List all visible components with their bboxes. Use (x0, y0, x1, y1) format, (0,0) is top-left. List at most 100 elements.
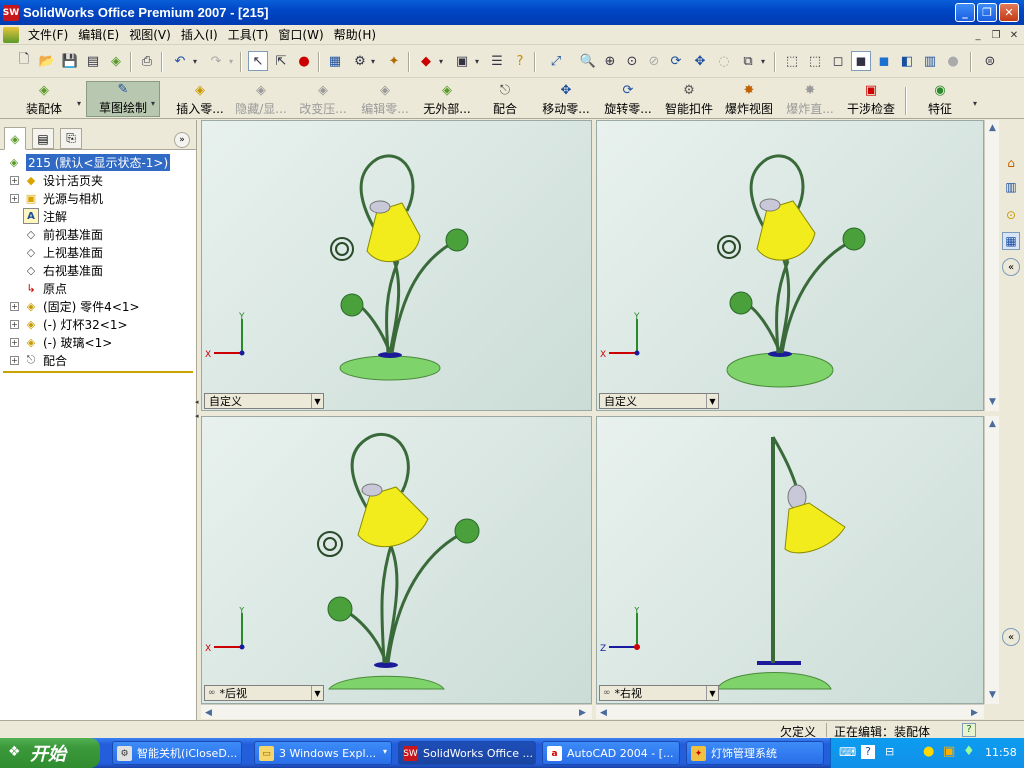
tree-item-lamp-cup[interactable]: + ◈ (-) 灯杯32<1> (0, 315, 196, 333)
rebuild-icon[interactable]: ● (294, 51, 314, 71)
undo-dropdown-icon[interactable]: ▾ (190, 51, 200, 71)
interference-detection-button[interactable]: ▣ 干涉检查 (844, 81, 898, 117)
options-icon[interactable]: ☰ (487, 51, 507, 71)
grid-options-icon[interactable]: ▦ (325, 51, 345, 71)
expand-icon[interactable]: + (10, 175, 19, 185)
features-tab[interactable]: ◉ 特征 (924, 81, 956, 117)
solidworks-app-icon[interactable]: SW (3, 4, 19, 21)
edit-component-button[interactable]: ◈ 编辑零... (356, 81, 414, 117)
explode-line-sketch-button[interactable]: ✸ 爆炸直... (782, 81, 838, 117)
vertical-scrollbar-top[interactable]: ▲ ▼ (984, 120, 999, 411)
appearance-icon[interactable]: ◆ (416, 51, 436, 71)
tree-item-part4[interactable]: + ◈ (固定) 零件4<1> (0, 297, 196, 315)
menu-edit[interactable]: 编辑(E) (73, 26, 124, 43)
scroll-left-icon[interactable]: ◀ (201, 705, 216, 720)
open-icon[interactable]: 📂 (37, 51, 57, 71)
start-button[interactable]: ❖ 开始 (0, 738, 100, 768)
realview-icon[interactable]: ● (943, 51, 963, 71)
horizontal-scrollbar-left[interactable]: ◀ ▶ (201, 704, 592, 719)
connection-icon[interactable]: ♦ (963, 744, 975, 759)
exploded-view-button[interactable]: ✸ 爆炸视图 (722, 81, 776, 117)
scroll-left-icon[interactable]: ◀ (596, 705, 611, 720)
design-library-icon[interactable]: ▦ (1002, 232, 1020, 250)
hide-show-button[interactable]: ◈ 隐藏/显... (232, 81, 290, 117)
qq-icon[interactable]: ● (923, 744, 934, 759)
tree-item-glass[interactable]: + ◈ (-) 玻璃<1> (0, 333, 196, 351)
redo-dropdown-icon[interactable]: ▾ (226, 51, 236, 71)
menu-help[interactable]: 帮助(H) (329, 26, 381, 43)
view-selector[interactable]: 自定义 ▼ (599, 393, 719, 409)
select-icon[interactable]: ↖ (248, 51, 268, 71)
expand-icon[interactable]: + (10, 193, 19, 203)
print-icon[interactable]: ⎙ (137, 51, 157, 71)
section-view-icon[interactable]: ▥ (920, 51, 940, 71)
menu-window[interactable]: 窗口(W) (273, 26, 328, 43)
undo-icon[interactable]: ↶ (170, 51, 190, 71)
doc-close-button[interactable]: ✕ (1006, 28, 1022, 42)
task-lamp-system[interactable]: ✦ 灯饰管理系统 (686, 741, 824, 765)
assembly-tab-dropdown-icon[interactable]: ▾ (74, 93, 84, 113)
scroll-right-icon[interactable]: ▶ (967, 705, 982, 720)
scroll-up-icon[interactable]: ▲ (985, 120, 1000, 135)
view-selector[interactable]: 自定义 ▼ (204, 393, 324, 409)
link-views-icon[interactable]: ∞ (600, 688, 611, 698)
expand-icon[interactable]: + (10, 337, 19, 347)
task-iclosed[interactable]: ⚙ 智能关机(iCloseD... (112, 741, 242, 765)
smart-fasteners-button[interactable]: ⚙ 智能扣件 (662, 81, 716, 117)
mate-button[interactable]: ⎋ 配合 (488, 81, 522, 117)
standard-views-dropdown-icon[interactable]: ▾ (758, 51, 768, 71)
help-icon[interactable]: ? (510, 51, 530, 71)
display-icon[interactable]: ⊟ (885, 745, 894, 758)
title-bar[interactable]: SW SolidWorks Office Premium 2007 - [215… (0, 0, 1024, 25)
task-autocad[interactable]: a AutoCAD 2004 - [... (542, 741, 680, 765)
tree-item-annotations[interactable]: A 注解 (0, 207, 196, 225)
shaded-with-edges-icon[interactable]: ◼ (851, 51, 871, 71)
viewport-bottom-right[interactable]: Y Z ∞ *右视 ▼ (596, 416, 984, 704)
zoom-in-out-icon[interactable]: ⊙ (622, 51, 642, 71)
tree-item-mates[interactable]: + ⎋ 配合 (0, 351, 196, 369)
rotate-view-icon[interactable]: ⟳ (666, 51, 686, 71)
scroll-down-icon[interactable]: ▼ (985, 394, 1000, 409)
horizontal-scrollbar-right[interactable]: ◀ ▶ (596, 704, 984, 719)
scroll-right-icon[interactable]: ▶ (575, 705, 590, 720)
roll-view-icon[interactable]: ◌ (714, 51, 734, 71)
feature-manager-tab-icon[interactable]: ◈ (4, 127, 26, 150)
tree-item-origin[interactable]: ↳ 原点 (0, 279, 196, 297)
menu-tools[interactable]: 工具(T) (223, 26, 274, 43)
minimize-button[interactable]: _ (955, 3, 975, 22)
hidden-lines-removed-icon[interactable]: ◻ (828, 51, 848, 71)
chevron-down-icon[interactable]: ▼ (311, 394, 323, 408)
task-solidworks[interactable]: SW SolidWorks Office ... (398, 741, 536, 765)
chevron-down-icon[interactable]: ▼ (311, 686, 323, 700)
property-manager-tab-icon[interactable]: ▤ (32, 128, 54, 149)
tree-item-front-plane[interactable]: ◇ 前视基准面 (0, 225, 196, 243)
search-icon[interactable]: ⊙ (1002, 206, 1020, 224)
viewport-top-right[interactable]: Y X 自定义 ▼ (596, 120, 984, 411)
arrange-icon[interactable]: ✦ (384, 51, 404, 71)
save-icon[interactable]: 💾 (60, 51, 80, 71)
view-selector[interactable]: ∞ *右视 ▼ (599, 685, 719, 701)
hidden-lines-visible-icon[interactable]: ⬚ (805, 51, 825, 71)
appearance-dropdown-icon[interactable]: ▾ (436, 51, 446, 71)
expand-panel-icon[interactable]: » (174, 132, 190, 148)
doc-restore-button[interactable]: ❐ (988, 28, 1004, 42)
customize-dropdown-icon[interactable]: ▾ (368, 51, 378, 71)
quick-tips-help-icon[interactable]: ? (962, 723, 976, 737)
expand-task-pane-icon[interactable]: « (1002, 258, 1020, 276)
expand-icon[interactable]: + (10, 301, 19, 311)
window-layout-dropdown-icon[interactable]: ▾ (472, 51, 482, 71)
make-drawing-icon[interactable]: ▤ (83, 51, 103, 71)
move-component-button[interactable]: ✥ 移动零... (538, 81, 594, 117)
task-windows-explorer[interactable]: ▭ 3 Windows Expl... ▾ (254, 741, 392, 765)
scroll-down-icon[interactable]: ▼ (985, 687, 1000, 702)
lamp-model[interactable] (202, 121, 592, 411)
splitter-arrow-icon[interactable]: ◂ (195, 398, 199, 408)
zoom-to-selection-icon[interactable]: ⊘ (644, 51, 664, 71)
tree-root[interactable]: ◈ 215 (默认<显示状态-1>) (0, 153, 196, 171)
rollback-bar[interactable] (3, 371, 193, 373)
expand-task-pane-icon[interactable]: « (1002, 628, 1020, 646)
window-layout-icon[interactable]: ▣ (452, 51, 472, 71)
insert-component-button[interactable]: ◈ 插入零... (172, 81, 228, 117)
lamp-model[interactable] (597, 121, 984, 411)
shadows-icon[interactable]: ◧ (897, 51, 917, 71)
